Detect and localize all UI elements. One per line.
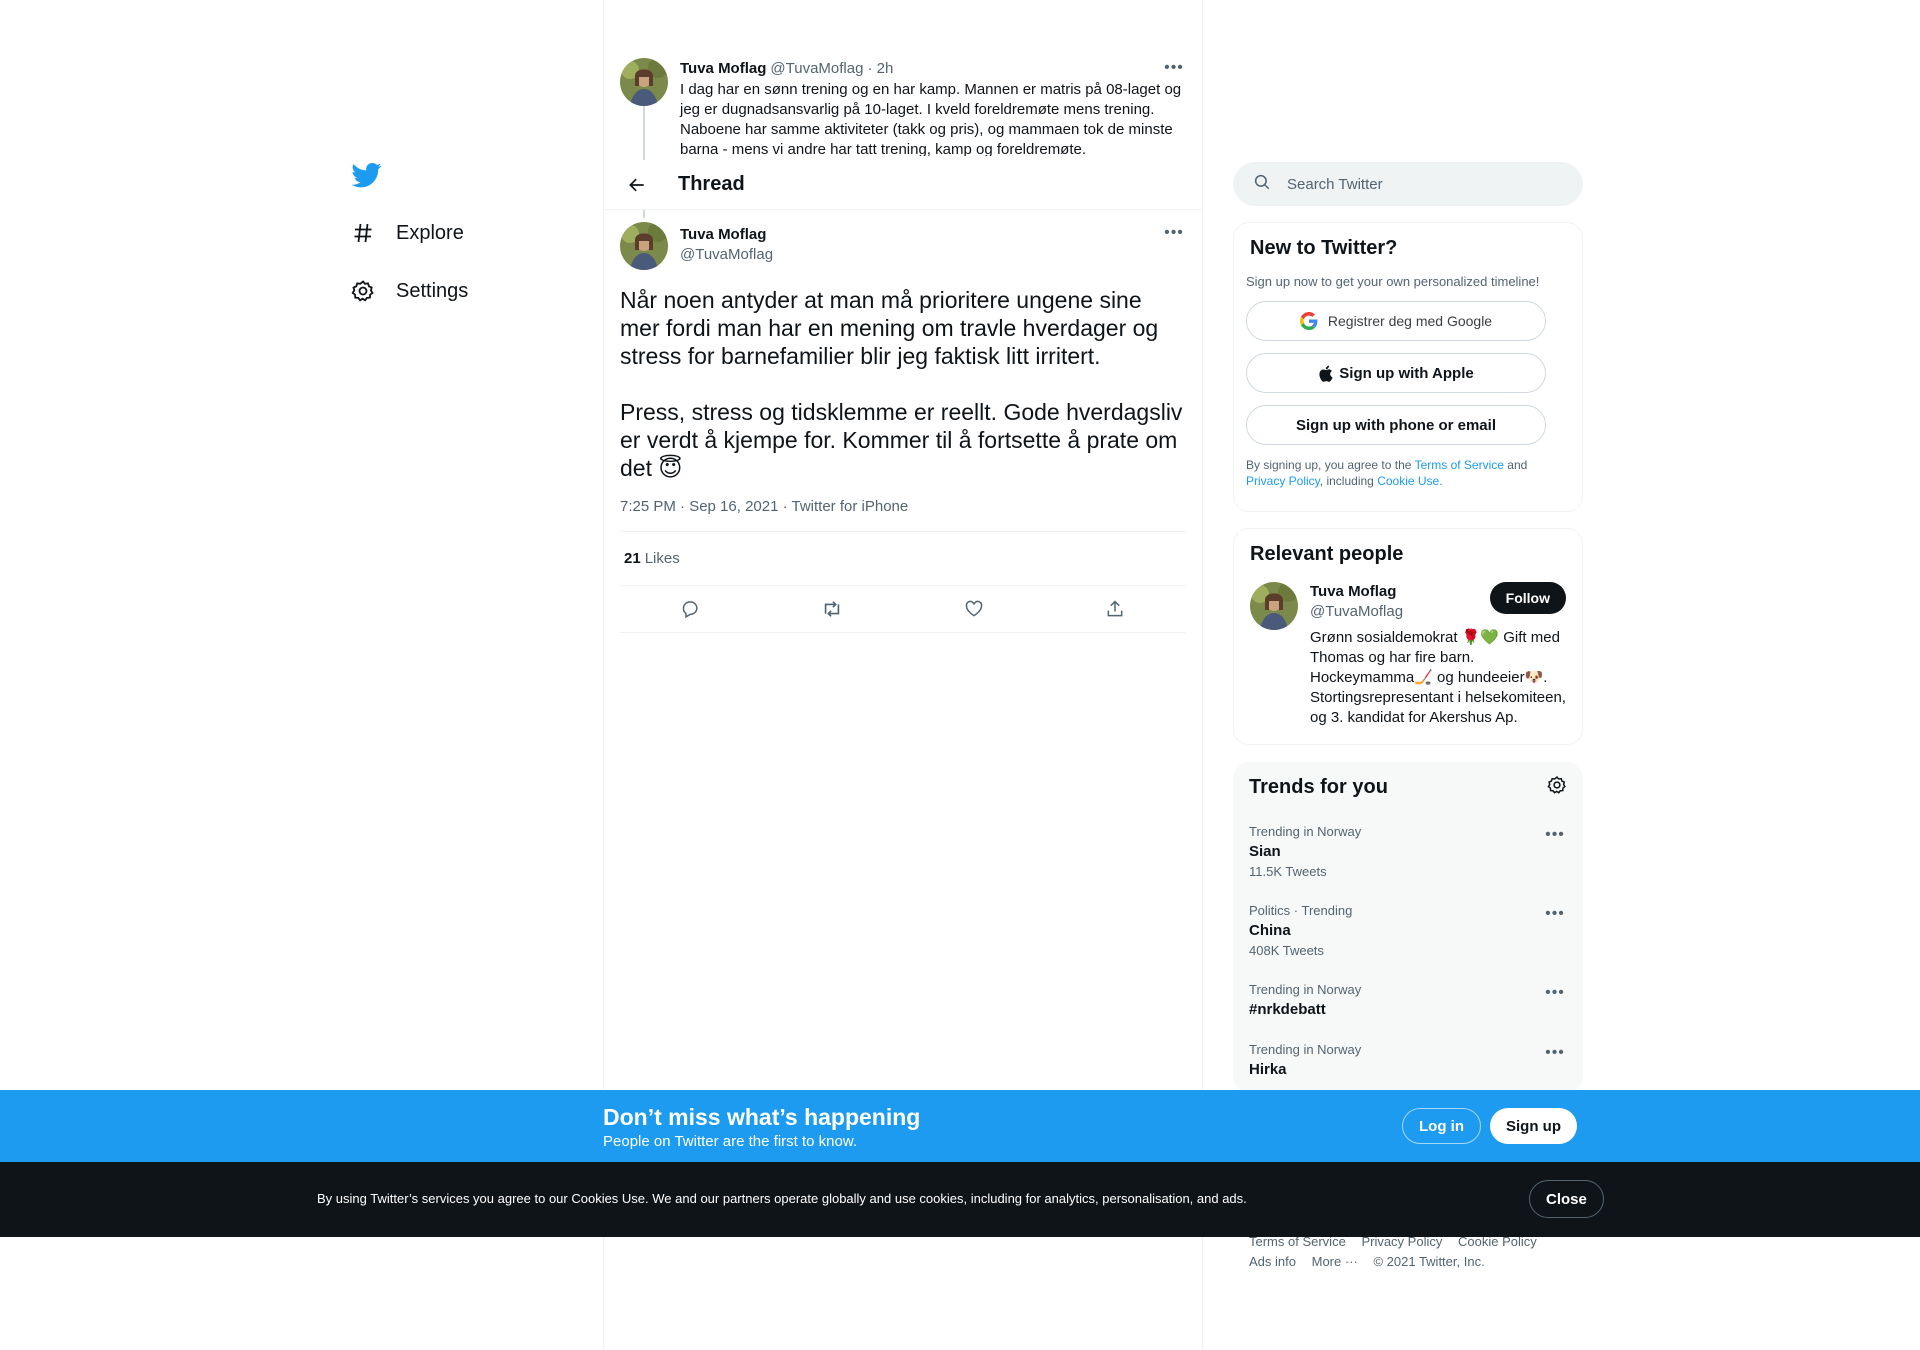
more-options-icon[interactable]: ••• (1543, 1044, 1567, 1062)
legal-including: , including (1319, 474, 1374, 488)
person-bio: Grønn sosialdemokrat 🌹💚 Gift med Thomas … (1310, 629, 1566, 726)
trend-name: China (1249, 922, 1291, 939)
cookie-use-link[interactable]: Cookie Use. (1377, 474, 1442, 488)
more-options-icon[interactable]: ••• (1543, 905, 1567, 923)
gear-icon[interactable] (1547, 775, 1567, 800)
thread-header: Thread (604, 160, 1202, 210)
tweet-meta[interactable]: 7:25 PM · Sep 16, 2021 · Twitter for iPh… (620, 498, 1186, 532)
card-title: New to Twitter? (1250, 237, 1398, 259)
hashtag-icon (350, 220, 376, 246)
trend-item[interactable]: Trending in Norway Hirka ••• (1233, 1030, 1583, 1090)
cookie-banner: By using Twitter’s services you agree to… (0, 1162, 1920, 1237)
follow-button[interactable]: Follow (1489, 582, 1566, 614)
share-icon[interactable] (1100, 594, 1130, 624)
signup-button[interactable]: Sign up (1490, 1108, 1577, 1144)
nav-explore-label: Explore (396, 221, 464, 244)
trend-meta: Trending in Norway (1249, 1042, 1362, 1057)
google-signup-label: Registrer deg med Google (1327, 313, 1493, 329)
trend-item[interactable]: Politics · Trending China 408K Tweets ••… (1233, 891, 1583, 970)
person-handle[interactable]: @TuvaMoflag (1310, 602, 1403, 622)
footer-links: Terms of Service Privacy Policy Cookie P… (1249, 1232, 1579, 1272)
parent-tweet[interactable]: Tuva Moflag @TuvaMoflag · 2h ••• I dag h… (604, 58, 1202, 156)
login-button[interactable]: Log in (1402, 1108, 1481, 1144)
trend-name: Hirka (1249, 1061, 1287, 1078)
trend-meta: Politics · Trending (1249, 903, 1353, 918)
legal-and: and (1507, 458, 1528, 472)
author-handle[interactable]: @TuvaMoflag (770, 60, 863, 77)
trend-count: 408K Tweets (1249, 943, 1324, 958)
nav-settings-label: Settings (396, 279, 469, 302)
google-signup-button[interactable]: Registrer deg med Google (1246, 301, 1546, 341)
likes-label: Likes (644, 550, 680, 567)
new-to-twitter-card: New to Twitter? Sign up now to get your … (1233, 222, 1583, 512)
trend-item[interactable]: Trending in Norway #nrkdebatt ••• (1233, 970, 1583, 1030)
left-sidebar: Explore Settings (350, 160, 580, 320)
apple-signup-label: Sign up with Apple (1339, 364, 1474, 382)
google-icon (1299, 312, 1318, 330)
page-title: Thread (678, 173, 745, 195)
trend-name: #nrkdebatt (1249, 1001, 1326, 1018)
phone-signup-label: Sign up with phone or email (1295, 416, 1496, 434)
footer-ads-link[interactable]: Ads info (1249, 1254, 1296, 1269)
relevant-people-card: Relevant people Tuva Moflag @TuvaMoflag … (1233, 528, 1583, 745)
apple-icon (1318, 365, 1333, 382)
cookie-banner-text: By using Twitter’s services you agree to… (317, 1191, 1247, 1206)
avatar[interactable] (620, 222, 668, 270)
trend-meta: Trending in Norway (1249, 824, 1362, 839)
avatar[interactable] (1250, 582, 1298, 630)
focal-tweet: Tuva Moflag @TuvaMoflag ••• Når noen ant… (604, 210, 1202, 633)
tweet-time[interactable]: · 2h (867, 60, 893, 77)
legal-prefix: By signing up, you agree to the (1246, 458, 1412, 472)
signup-banner: Don’t miss what’s happening People on Tw… (0, 1090, 1920, 1162)
nav-settings[interactable]: Settings (350, 262, 580, 320)
thread-line (643, 210, 645, 218)
parent-tweet-text: I dag har en sønn trening og en har kamp… (680, 81, 1182, 156)
back-arrow-icon[interactable] (620, 168, 654, 202)
card-subtitle: Sign up now to get your own personalized… (1246, 274, 1540, 289)
reply-icon[interactable] (676, 594, 706, 624)
card-title: Trends for you (1249, 775, 1388, 798)
privacy-link[interactable]: Privacy Policy (1246, 474, 1320, 488)
more-options-icon[interactable]: ••• (1162, 59, 1186, 77)
likes-count: 21 (624, 550, 641, 567)
card-title: Relevant people (1250, 543, 1404, 565)
signup-legal-text: By signing up, you agree to the Terms of… (1246, 457, 1570, 489)
signup-banner-title: Don’t miss what’s happening (603, 1104, 921, 1130)
like-heart-icon[interactable] (959, 594, 989, 624)
close-button[interactable]: Close (1529, 1180, 1604, 1218)
trends-card: Trends for you Trending in Norway Sian 1… (1233, 762, 1583, 1092)
author-name[interactable]: Tuva Moflag (680, 225, 1162, 245)
trend-meta: Trending in Norway (1249, 982, 1362, 997)
trend-name: Sian (1249, 843, 1281, 860)
more-options-icon[interactable]: ••• (1543, 984, 1567, 1002)
more-options-icon[interactable]: ••• (1162, 224, 1186, 242)
trend-count: 11.5K Tweets (1249, 864, 1327, 879)
tweet-text: Når noen antyder at man må prioritere un… (620, 287, 1183, 481)
gear-icon (350, 278, 376, 304)
person-name[interactable]: Tuva Moflag (1310, 582, 1403, 602)
twitter-logo-icon[interactable] (352, 160, 382, 190)
search-box[interactable] (1233, 162, 1583, 206)
more-options-icon[interactable]: ••• (1543, 826, 1567, 844)
avatar[interactable] (620, 58, 668, 106)
phone-email-signup-button[interactable]: Sign up with phone or email (1246, 405, 1546, 445)
signup-banner-subtitle: People on Twitter are the first to know. (603, 1133, 858, 1150)
nav-explore[interactable]: Explore (350, 204, 580, 262)
search-icon (1253, 173, 1271, 196)
footer-more-link[interactable]: More ··· (1312, 1254, 1358, 1269)
search-input[interactable] (1287, 175, 1557, 193)
author-name[interactable]: Tuva Moflag (680, 60, 766, 77)
trend-item[interactable]: Trending in Norway Sian 11.5K Tweets ••• (1233, 812, 1583, 891)
retweet-icon[interactable] (817, 594, 847, 624)
likes-stat[interactable]: 21 Likes (620, 532, 1186, 586)
person-item[interactable]: Tuva Moflag @TuvaMoflag Follow Grønn sos… (1250, 582, 1566, 728)
apple-signup-button[interactable]: Sign up with Apple (1246, 353, 1546, 393)
footer-copyright: © 2021 Twitter, Inc. (1373, 1254, 1485, 1269)
tweet-actions (620, 586, 1186, 633)
terms-link[interactable]: Terms of Service (1415, 458, 1504, 472)
author-handle[interactable]: @TuvaMoflag (680, 245, 1162, 265)
